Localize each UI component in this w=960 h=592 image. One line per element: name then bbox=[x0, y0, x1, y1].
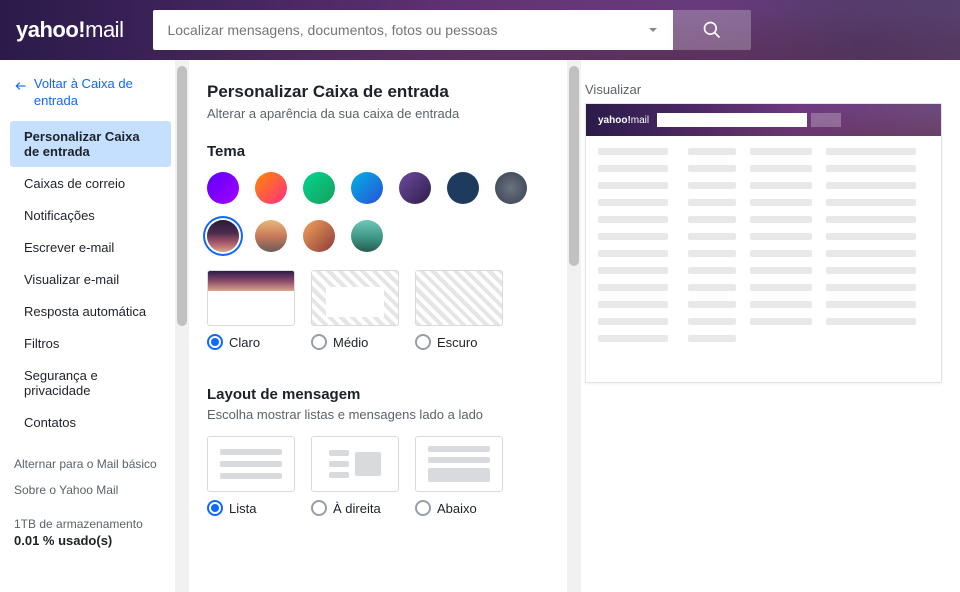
theme-swatch-orange-pink[interactable] bbox=[255, 172, 287, 204]
layout-list[interactable]: Lista bbox=[207, 436, 295, 516]
layout-heading: Layout de mensagem bbox=[207, 386, 549, 403]
theme-heading: Tema bbox=[207, 143, 549, 160]
theme-swatch-teal-forest[interactable] bbox=[351, 220, 383, 252]
sidebar-item-compose-email[interactable]: Escrever e-mail bbox=[10, 232, 171, 263]
settings-scrollbar[interactable] bbox=[567, 60, 581, 592]
chevron-down-icon bbox=[647, 24, 659, 36]
storage-used: 0.01 % usado(s) bbox=[14, 533, 157, 548]
theme-swatch-blue[interactable] bbox=[351, 172, 383, 204]
page-title: Personalizar Caixa de entrada bbox=[207, 82, 549, 102]
sidebar-item-security-privacy[interactable]: Segurança e privacidade bbox=[10, 360, 171, 406]
page-subtitle: Alterar a aparência da sua caixa de entr… bbox=[207, 106, 549, 121]
sidebar-item-view-email[interactable]: Visualizar e-mail bbox=[10, 264, 171, 295]
sidebar-item-personalize-inbox[interactable]: Personalizar Caixa de entrada bbox=[10, 121, 171, 167]
layout-subtitle: Escolha mostrar listas e mensagens lado … bbox=[207, 407, 549, 422]
radio-icon bbox=[415, 500, 431, 516]
switch-basic-mail-link[interactable]: Alternar para o Mail básico bbox=[0, 451, 171, 477]
sidebar-item-auto-reply[interactable]: Resposta automática bbox=[10, 296, 171, 327]
about-yahoo-mail-link[interactable]: Sobre o Yahoo Mail bbox=[0, 477, 171, 503]
sidebar-item-filters[interactable]: Filtros bbox=[10, 328, 171, 359]
settings-panel: Personalizar Caixa de entrada Alterar a … bbox=[189, 60, 567, 592]
mode-light[interactable]: Claro bbox=[207, 270, 295, 350]
storage-total: 1TB de armazenamento bbox=[14, 517, 157, 531]
sidebar-scrollbar[interactable] bbox=[175, 60, 189, 592]
search-dropdown-toggle[interactable] bbox=[633, 10, 673, 50]
search-bar bbox=[153, 10, 751, 50]
theme-swatches bbox=[207, 172, 549, 252]
yahoo-mail-logo: yahoo!mail bbox=[16, 17, 123, 43]
sidebar-item-contacts[interactable]: Contatos bbox=[10, 407, 171, 438]
theme-swatch-autumn[interactable] bbox=[303, 220, 335, 252]
theme-swatch-navy[interactable] bbox=[447, 172, 479, 204]
search-input[interactable] bbox=[153, 10, 633, 50]
layout-below[interactable]: Abaixo bbox=[415, 436, 503, 516]
app-header: yahoo!mail bbox=[0, 0, 960, 60]
layout-right[interactable]: À direita bbox=[311, 436, 399, 516]
radio-icon bbox=[207, 500, 223, 516]
settings-sidebar: Voltar à Caixa de entrada Personalizar C… bbox=[0, 60, 175, 592]
search-button[interactable] bbox=[673, 10, 751, 50]
sidebar-item-mailboxes[interactable]: Caixas de correio bbox=[10, 168, 171, 199]
preview-card: yahoo!mail bbox=[585, 103, 942, 383]
theme-swatch-gray[interactable] bbox=[495, 172, 527, 204]
message-layout-row: Lista À direita Abaixo bbox=[207, 436, 549, 516]
preview-column: Visualizar yahoo!mail bbox=[581, 60, 960, 592]
brightness-mode-row: Claro Médio Escuro bbox=[207, 270, 549, 350]
search-icon bbox=[702, 20, 722, 40]
theme-swatch-twilight[interactable] bbox=[207, 220, 239, 252]
preview-label: Visualizar bbox=[585, 82, 942, 97]
theme-swatch-purple[interactable] bbox=[207, 172, 239, 204]
radio-icon bbox=[311, 500, 327, 516]
storage-info: 1TB de armazenamento 0.01 % usado(s) bbox=[0, 503, 171, 562]
theme-swatch-sunset-hills[interactable] bbox=[255, 220, 287, 252]
sidebar-item-notifications[interactable]: Notificações bbox=[10, 200, 171, 231]
arrow-left-icon bbox=[14, 78, 28, 94]
radio-icon bbox=[207, 334, 223, 350]
radio-icon bbox=[311, 334, 327, 350]
theme-swatch-dark-purple[interactable] bbox=[399, 172, 431, 204]
mode-dark[interactable]: Escuro bbox=[415, 270, 503, 350]
back-to-inbox-link[interactable]: Voltar à Caixa de entrada bbox=[0, 72, 171, 120]
theme-swatch-green[interactable] bbox=[303, 172, 335, 204]
mode-medium[interactable]: Médio bbox=[311, 270, 399, 350]
preview-header: yahoo!mail bbox=[586, 104, 941, 136]
radio-icon bbox=[415, 334, 431, 350]
